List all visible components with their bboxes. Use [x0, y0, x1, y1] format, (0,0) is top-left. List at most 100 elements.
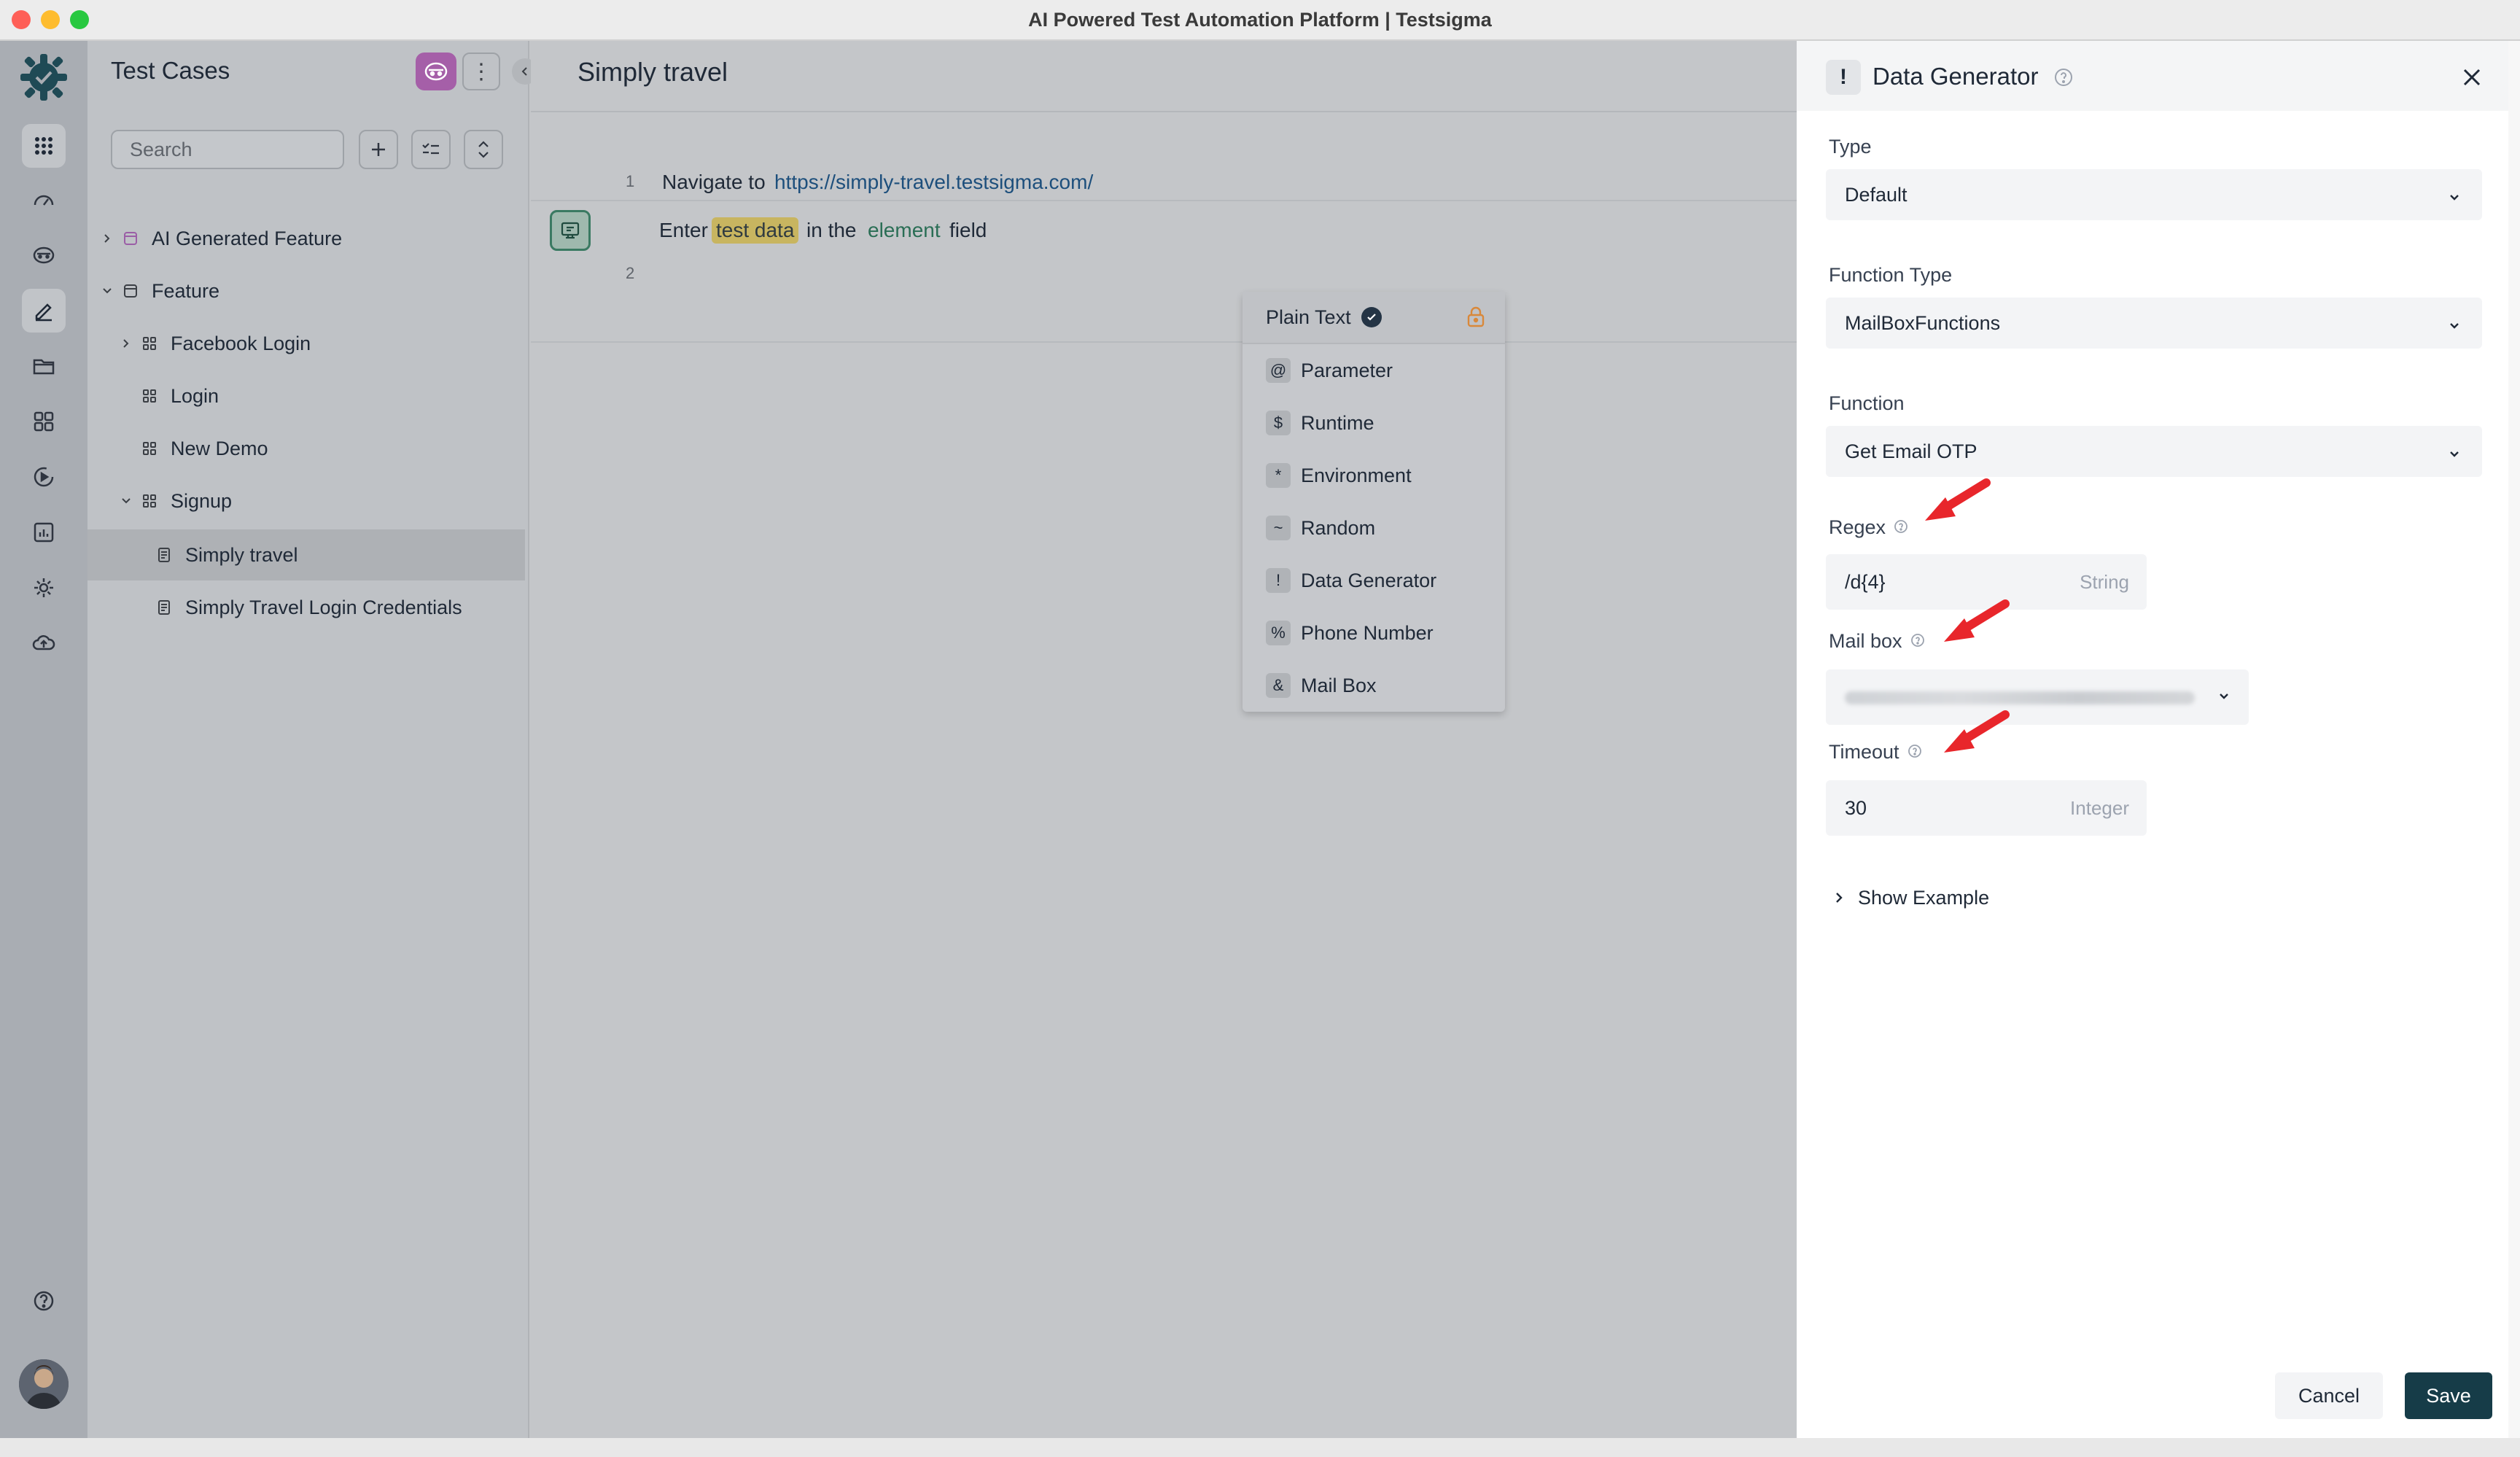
folder-icon[interactable] — [22, 344, 66, 388]
ai-assistant-button[interactable] — [416, 53, 456, 90]
type-select[interactable]: Default — [1826, 169, 2482, 220]
apps-grid-icon[interactable] — [22, 124, 66, 168]
dropdown-item-label: Runtime — [1301, 411, 1374, 434]
function-value: Get Email OTP — [1845, 440, 1978, 462]
show-example-label: Show Example — [1858, 887, 1990, 909]
test-case-document-icon — [152, 547, 176, 563]
modules-grid-icon[interactable] — [22, 400, 66, 443]
divider — [531, 341, 1797, 343]
chevron-right-icon[interactable] — [96, 233, 118, 244]
test-data-chip[interactable]: test data — [712, 217, 799, 244]
regex-value: /d{4} — [1845, 570, 1886, 593]
feature-folder-icon — [118, 283, 143, 299]
lock-icon — [1466, 306, 1486, 333]
parameter-symbol-icon: @ — [1266, 358, 1291, 383]
test-case-editor: Simply travel 1 Navigate to https://simp… — [531, 41, 1797, 1438]
reports-chart-icon[interactable] — [22, 510, 66, 554]
element-chip[interactable]: element — [868, 219, 941, 242]
chevron-down-icon[interactable] — [115, 495, 137, 507]
search-input[interactable] — [111, 130, 344, 169]
add-plus-icon[interactable] — [359, 130, 398, 169]
tree-item-simply-travel[interactable]: Simply travel — [88, 529, 525, 580]
type-label: Type — [1829, 136, 1872, 158]
dropdown-item-mail-box[interactable]: & Mail Box — [1242, 659, 1505, 712]
scrollbar[interactable] — [2508, 41, 2520, 1438]
tree-item-new-demo[interactable]: New Demo — [88, 423, 525, 474]
filter-checklist-icon[interactable] — [411, 130, 451, 169]
page-title: Simply travel — [578, 57, 728, 87]
dropdown-item-label: Data Generator — [1301, 569, 1437, 591]
tree-item-simply-travel-login-credentials[interactable]: Simply Travel Login Credentials — [88, 582, 525, 633]
data-generator-drawer: ! Data Generator Type Default Function T… — [1797, 41, 2520, 1438]
step-url-link[interactable]: https://simply-travel.testsigma.com/ — [774, 171, 1093, 194]
testsigma-logo-icon[interactable] — [19, 53, 69, 102]
more-options-icon[interactable]: ⋮ — [462, 53, 500, 90]
timeout-type-hint: Integer — [2070, 796, 2129, 819]
dropdown-item-phone-number[interactable]: % Phone Number — [1242, 607, 1505, 659]
run-play-icon[interactable] — [22, 455, 66, 499]
function-label: Function — [1829, 392, 1905, 414]
test-authoring-pen-icon[interactable] — [22, 289, 66, 333]
dropdown-item-runtime[interactable]: $ Runtime — [1242, 397, 1505, 449]
scenario-grid-icon — [137, 335, 162, 351]
tree-item-label: Feature — [152, 279, 220, 302]
copilot-bot-icon[interactable] — [22, 233, 66, 277]
runtime-symbol-icon: $ — [1266, 411, 1291, 435]
tree-item-facebook-login[interactable]: Facebook Login — [88, 318, 525, 369]
test-cases-panel: Test Cases ⋮ AI Generated Feature Featur… — [88, 41, 538, 1438]
test-step-row[interactable]: 1 Navigate to https://simply-travel.test… — [531, 153, 1797, 211]
chevron-down-icon[interactable] — [96, 285, 118, 297]
tree-item-label: AI Generated Feature — [152, 227, 343, 249]
info-icon[interactable] — [1907, 742, 1923, 764]
tree-item-feature[interactable]: Feature — [88, 265, 525, 316]
save-button[interactable]: Save — [2405, 1372, 2492, 1419]
show-example-toggle[interactable]: Show Example — [1833, 887, 1989, 909]
step-action: Navigate to — [662, 171, 766, 193]
chevron-right-icon[interactable] — [115, 338, 137, 349]
feature-folder-icon — [118, 230, 143, 246]
tree-item-login[interactable]: Login — [88, 370, 525, 421]
regex-label-text: Regex — [1829, 516, 1886, 538]
dropdown-item-environment[interactable]: * Environment — [1242, 449, 1505, 502]
timeout-input[interactable]: 30 Integer — [1826, 780, 2147, 836]
timeout-label: Timeout — [1829, 741, 1923, 764]
dropdown-item-label: Plain Text — [1266, 306, 1351, 328]
cancel-button[interactable]: Cancel — [2275, 1372, 2383, 1419]
cloud-upload-icon[interactable] — [22, 621, 66, 665]
window-title: AI Powered Test Automation Platform | Te… — [1028, 9, 1492, 31]
close-icon[interactable] — [2456, 61, 2488, 93]
tree-item-ai-generated-feature[interactable]: AI Generated Feature — [88, 213, 525, 264]
dropdown-item-plain-text[interactable]: Plain Text — [1242, 292, 1505, 344]
annotation-arrow-icon — [1944, 710, 2010, 753]
settings-gear-icon[interactable] — [22, 566, 66, 610]
step-connector: in the — [806, 219, 857, 241]
test-data-type-dropdown: Plain Text @ Parameter $ Runtime * Envir… — [1242, 292, 1505, 712]
data-generator-symbol-icon: ! — [1266, 568, 1291, 593]
dropdown-item-random[interactable]: ~ Random — [1242, 502, 1505, 554]
help-question-icon[interactable] — [2053, 67, 2074, 91]
help-question-icon[interactable] — [22, 1279, 66, 1323]
info-icon[interactable] — [1910, 631, 1926, 653]
test-case-document-icon — [152, 599, 176, 615]
chevron-down-icon — [2447, 443, 2462, 466]
dropdown-item-label: Mail Box — [1301, 674, 1377, 696]
dropdown-item-parameter[interactable]: @ Parameter — [1242, 344, 1505, 397]
tree-item-label: Signup — [171, 489, 233, 512]
step-suffix: field — [949, 219, 987, 241]
dropdown-item-data-generator[interactable]: ! Data Generator — [1242, 554, 1505, 607]
expand-collapse-icon[interactable] — [464, 130, 503, 169]
function-select[interactable]: Get Email OTP — [1826, 426, 2482, 477]
window-bottom-edge — [0, 1438, 2520, 1457]
step-number: 2 — [626, 264, 635, 282]
tree-item-signup[interactable]: Signup — [88, 475, 525, 527]
user-avatar[interactable] — [19, 1359, 69, 1409]
chevron-right-icon — [1833, 887, 1845, 909]
function-type-value: MailBoxFunctions — [1845, 311, 2001, 334]
drawer-header: ! Data Generator — [1797, 41, 2520, 111]
dashboard-gauge-icon[interactable] — [22, 178, 66, 222]
divider — [531, 111, 1797, 112]
function-type-select[interactable]: MailBoxFunctions — [1826, 298, 2482, 349]
regex-type-hint: String — [2080, 570, 2129, 593]
info-icon[interactable] — [1893, 517, 1909, 540]
mailbox-select[interactable] — [1826, 669, 2249, 725]
